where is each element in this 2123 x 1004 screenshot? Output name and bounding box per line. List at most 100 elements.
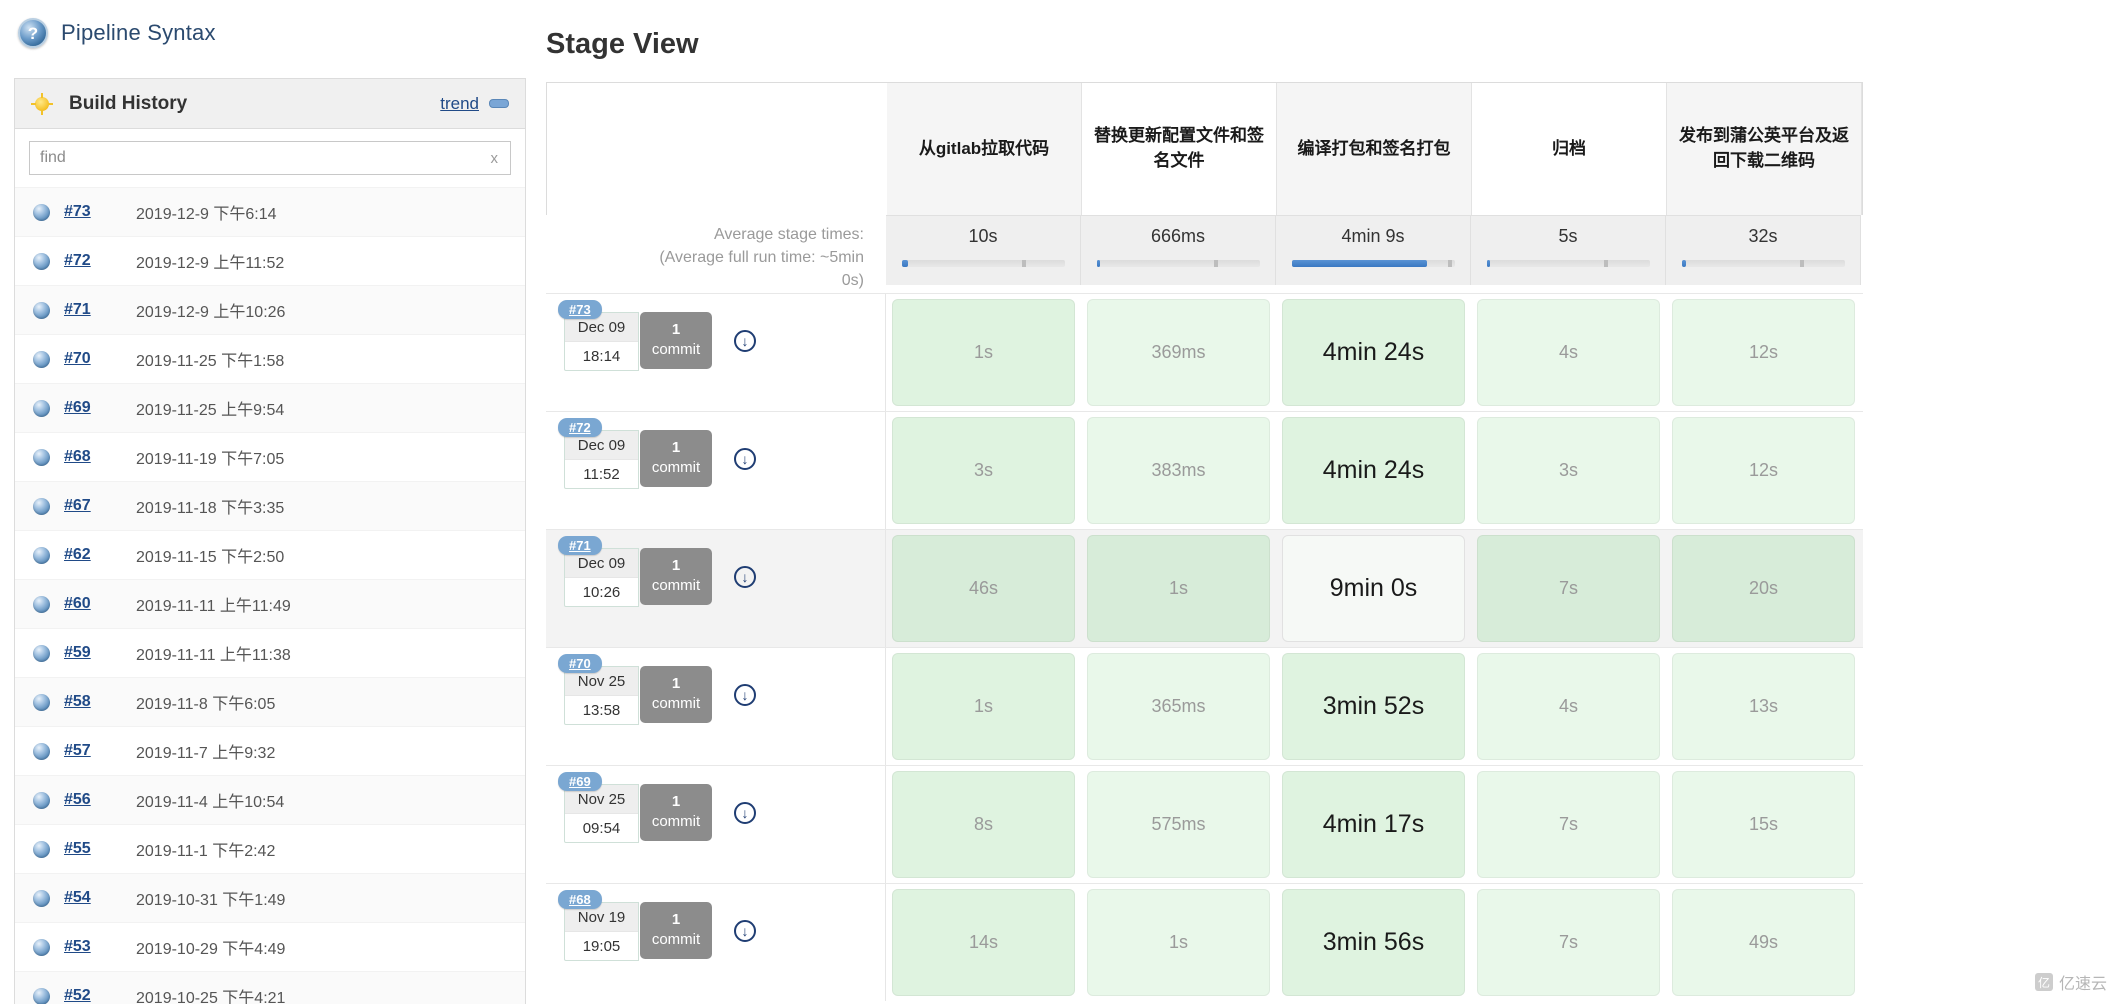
list-item[interactable]: #62 2019-11-15 下午2:50 (15, 530, 525, 579)
download-artifacts-icon[interactable]: ↓ (734, 801, 756, 824)
stage-cell-5[interactable]: 15s (1672, 770, 1855, 878)
stage-cell-2[interactable]: 383ms (1087, 416, 1270, 524)
build-number-badge[interactable]: #71 (558, 535, 602, 555)
stage-cell-1[interactable]: 46s (892, 534, 1075, 642)
build-number-link[interactable]: #62 (64, 546, 136, 564)
stage-cell-3[interactable]: 4min 24s (1282, 416, 1465, 524)
download-artifacts-icon[interactable]: ↓ (734, 919, 756, 942)
build-date: 2019-12-9 上午11:52 (136, 255, 285, 272)
table-row[interactable]: #69 Nov 25 09:54 1 commit ↓ 8s 575ms 4min 17s 7s 1… (546, 764, 1863, 883)
stage-cell-wrap: 7s (1471, 766, 1666, 883)
stage-cell-1[interactable]: 14s (892, 888, 1075, 996)
table-row[interactable]: #70 Nov 25 13:58 1 commit ↓ 1s 365ms 3min 52s 4s 1… (546, 646, 1863, 765)
stage-cell-5[interactable]: 49s (1672, 888, 1855, 996)
trend-toggle-icon[interactable] (489, 99, 509, 108)
list-item[interactable]: #72 2019-12-9 上午11:52 (15, 236, 525, 285)
table-row[interactable]: #68 Nov 19 19:05 1 commit ↓ 14s 1s 3min 56s 7s 49s (546, 882, 1863, 1001)
table-row[interactable]: #72 Dec 09 11:52 1 commit ↓ 3s 383ms 4min 24s 3s 1… (546, 410, 1863, 529)
commit-box[interactable]: 1 commit (640, 547, 712, 606)
pipeline-syntax-link[interactable]: ? Pipeline Syntax (0, 0, 540, 52)
list-item[interactable]: #53 2019-10-29 下午4:49 (15, 922, 525, 971)
build-history-title: Build History (69, 92, 188, 114)
stage-cell-3[interactable]: 9min 0s (1282, 534, 1465, 642)
list-item[interactable]: #69 2019-11-25 上午9:54 (15, 383, 525, 432)
clear-search-icon[interactable]: x (479, 150, 511, 167)
stage-cell-3[interactable]: 3min 52s (1282, 652, 1465, 760)
stage-cell-5[interactable]: 12s (1672, 416, 1855, 524)
stage-cell-2[interactable]: 1s (1087, 534, 1270, 642)
list-item[interactable]: #60 2019-11-11 上午11:49 (15, 579, 525, 628)
stage-cell-4[interactable]: 4s (1477, 298, 1660, 406)
build-number-link[interactable]: #59 (64, 644, 136, 662)
stage-cell-2[interactable]: 369ms (1087, 298, 1270, 406)
download-artifacts-icon[interactable]: ↓ (734, 329, 756, 352)
stage-cell-1[interactable]: 1s (892, 298, 1075, 406)
build-number-link[interactable]: #69 (64, 399, 136, 417)
list-item[interactable]: #55 2019-11-1 下午2:42 (15, 824, 525, 873)
stage-cell-1[interactable]: 8s (892, 770, 1075, 878)
list-item[interactable]: #58 2019-11-8 下午6:05 (15, 677, 525, 726)
stage-cell-4[interactable]: 3s (1477, 416, 1660, 524)
stage-cell-3[interactable]: 3min 56s (1282, 888, 1465, 996)
download-artifacts-icon[interactable]: ↓ (734, 565, 756, 588)
list-item[interactable]: #67 2019-11-18 下午3:35 (15, 481, 525, 530)
build-number-link[interactable]: #56 (64, 791, 136, 809)
list-item[interactable]: #54 2019-10-31 下午1:49 (15, 873, 525, 922)
build-number-link[interactable]: #53 (64, 938, 136, 956)
build-number-link[interactable]: #73 (64, 203, 136, 221)
commit-label: commit (651, 340, 701, 358)
commit-box[interactable]: 1 commit (640, 429, 712, 488)
list-item[interactable]: #73 2019-12-9 下午6:14 (15, 187, 525, 236)
build-number-link[interactable]: #58 (64, 693, 136, 711)
stage-cell-3[interactable]: 4min 24s (1282, 298, 1465, 406)
list-item[interactable]: #52 2019-10-25 下午4:21 (15, 971, 525, 1004)
commit-box[interactable]: 1 commit (640, 901, 712, 960)
build-number-badge[interactable]: #68 (558, 889, 602, 909)
build-number-badge[interactable]: #73 (558, 299, 602, 319)
commit-box[interactable]: 1 commit (640, 665, 712, 724)
stage-cell-2[interactable]: 365ms (1087, 652, 1270, 760)
build-number-link[interactable]: #60 (64, 595, 136, 613)
stage-cell-5[interactable]: 13s (1672, 652, 1855, 760)
list-item[interactable]: #70 2019-11-25 下午1:58 (15, 334, 525, 383)
build-number-link[interactable]: #70 (64, 350, 136, 368)
stage-cell-4[interactable]: 7s (1477, 888, 1660, 996)
build-time: 19:05 (582, 937, 621, 955)
table-row[interactable]: #73 Dec 09 18:14 1 commit ↓ 1s 369ms 4min 24s 4s 1… (546, 292, 1863, 411)
table-row[interactable]: #71 Dec 09 10:26 1 commit ↓ 46s 1s 9min 0s 7s 20s (546, 528, 1863, 647)
stage-cell-5[interactable]: 20s (1672, 534, 1855, 642)
list-item[interactable]: #56 2019-11-4 上午10:54 (15, 775, 525, 824)
list-item[interactable]: #68 2019-11-19 下午7:05 (15, 432, 525, 481)
build-number-link[interactable]: #54 (64, 889, 136, 907)
stage-cell-2[interactable]: 575ms (1087, 770, 1270, 878)
stage-cell-4[interactable]: 7s (1477, 534, 1660, 642)
build-number-badge[interactable]: #72 (558, 417, 602, 437)
build-number-link[interactable]: #68 (64, 448, 136, 466)
list-item[interactable]: #71 2019-12-9 上午10:26 (15, 285, 525, 334)
commit-box[interactable]: 1 commit (640, 783, 712, 842)
commit-box[interactable]: 1 commit (640, 311, 712, 370)
stage-cell-5[interactable]: 12s (1672, 298, 1855, 406)
stage-cell-2[interactable]: 1s (1087, 888, 1270, 996)
build-date: 2019-10-31 下午1:49 (136, 892, 286, 909)
stage-cell-1[interactable]: 3s (892, 416, 1075, 524)
build-number-link[interactable]: #71 (64, 301, 136, 319)
build-number-link[interactable]: #57 (64, 742, 136, 760)
build-number-badge[interactable]: #70 (558, 653, 602, 673)
search-input[interactable] (30, 142, 479, 174)
list-item[interactable]: #59 2019-11-11 上午11:38 (15, 628, 525, 677)
list-item[interactable]: #57 2019-11-7 上午9:32 (15, 726, 525, 775)
build-number-link[interactable]: #55 (64, 840, 136, 858)
stage-cell-3[interactable]: 4min 17s (1282, 770, 1465, 878)
build-search-box[interactable]: x (29, 141, 511, 175)
build-number-badge[interactable]: #69 (558, 771, 602, 791)
download-artifacts-icon[interactable]: ↓ (734, 447, 756, 470)
download-artifacts-icon[interactable]: ↓ (734, 683, 756, 706)
build-number-link[interactable]: #72 (64, 252, 136, 270)
trend-link[interactable]: trend (440, 94, 479, 114)
stage-cell-4[interactable]: 4s (1477, 652, 1660, 760)
build-number-link[interactable]: #67 (64, 497, 136, 515)
build-number-link[interactable]: #52 (64, 987, 136, 1004)
stage-cell-4[interactable]: 7s (1477, 770, 1660, 878)
stage-cell-1[interactable]: 1s (892, 652, 1075, 760)
